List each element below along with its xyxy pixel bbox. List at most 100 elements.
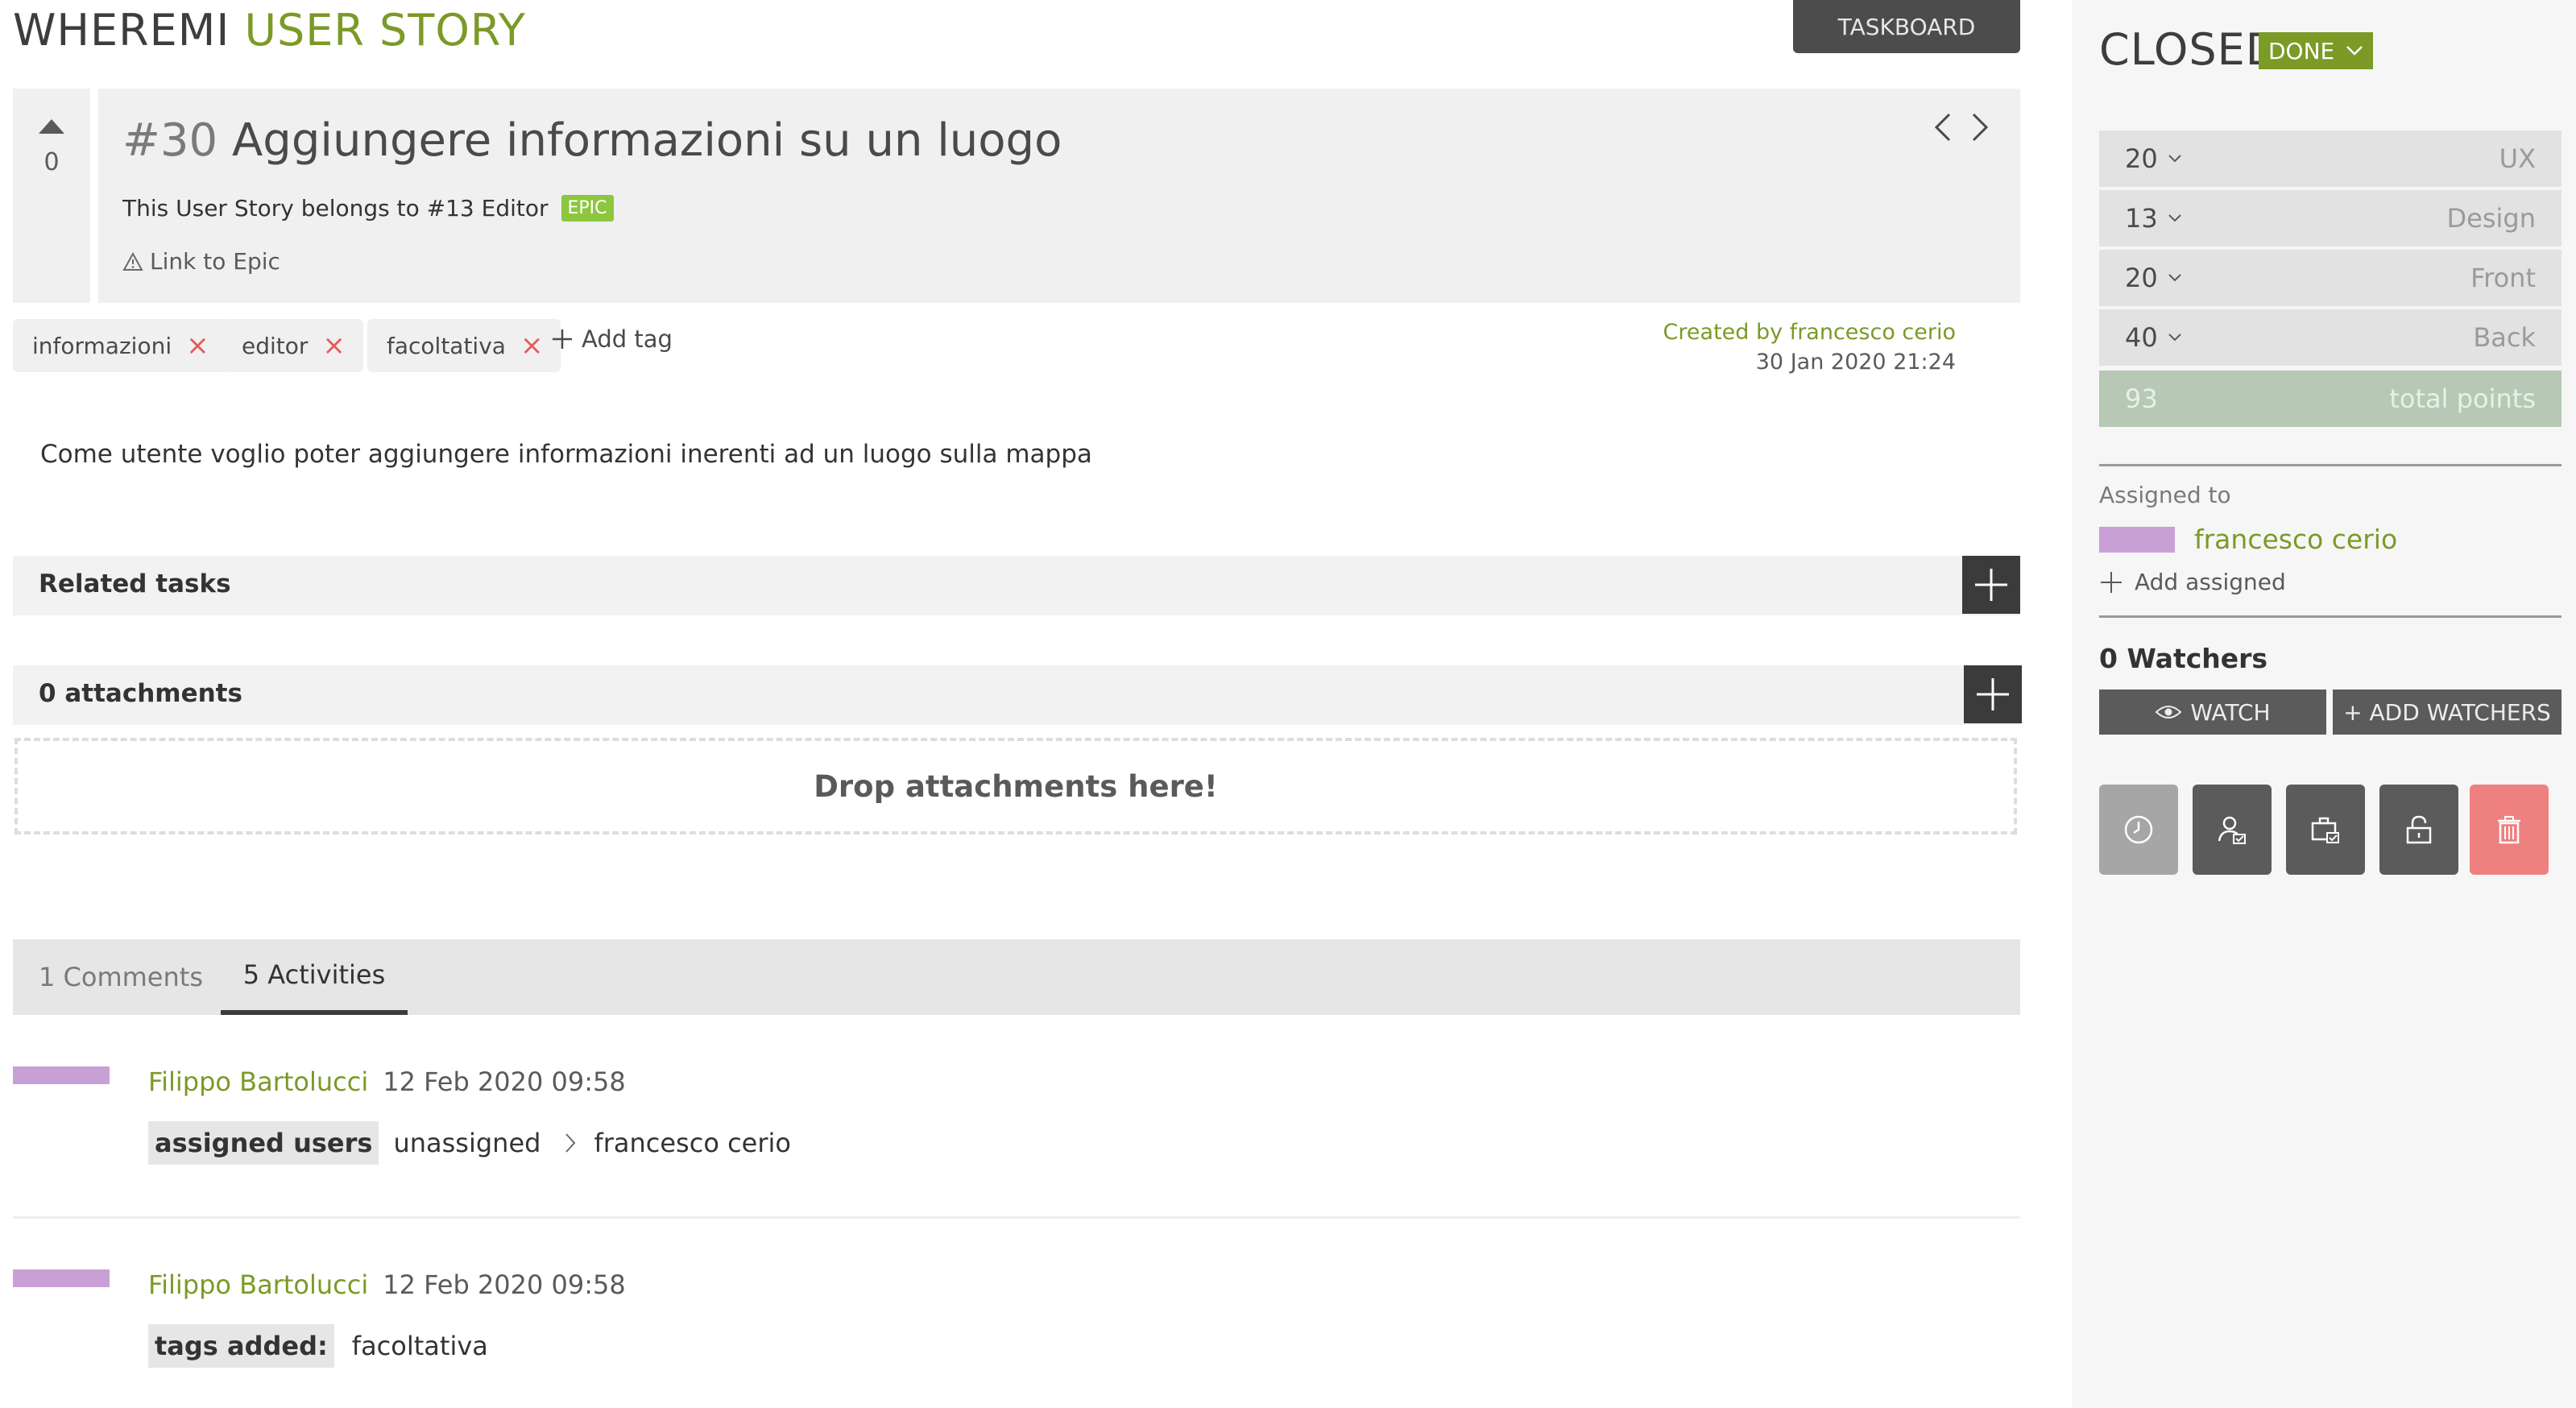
created-info: Created by francesco cerio 30 Jan 2020 2… [1663, 317, 1956, 377]
section-name: USER STORY [244, 5, 526, 56]
taskboard-button[interactable]: TASKBOARD [1793, 0, 2020, 53]
attachment-dropzone[interactable]: Drop attachments here! [14, 738, 2017, 834]
watch-label: WATCH [2190, 698, 2271, 726]
points-row-ux[interactable]: 20 UX [2099, 130, 2562, 187]
remove-tag-icon[interactable]: × [520, 332, 544, 359]
project-name: WHEREMI [13, 5, 230, 56]
tab-activities[interactable]: 5 Activities [221, 939, 408, 1015]
link-epic-label: Link to Epic [150, 248, 280, 275]
add-tag-button[interactable]: Add tag [551, 325, 673, 353]
activity-date: 12 Feb 2020 09:58 [383, 1066, 626, 1097]
points-value: 40 [2125, 322, 2158, 353]
chevron-down-icon [2346, 46, 2363, 56]
points-row-back[interactable]: 40 Back [2099, 309, 2562, 366]
points-role: Back [2473, 322, 2536, 353]
story-description[interactable]: Come utente voglio poter aggiungere info… [40, 440, 1092, 469]
activity-divider [13, 1216, 2020, 1219]
block-button[interactable] [2286, 785, 2365, 875]
sidebar-divider [2099, 615, 2562, 618]
activity-to: francesco cerio [594, 1128, 791, 1158]
related-tasks-bar [13, 556, 2020, 615]
activity-change: tags added: facoltativa [148, 1324, 488, 1368]
history-button[interactable] [2099, 785, 2178, 875]
epic-badge: EPIC [561, 195, 614, 222]
belongs-text[interactable]: This User Story belongs to #13 Editor [122, 195, 549, 222]
activity-author[interactable]: Filippo Bartolucci [148, 1066, 368, 1097]
points-row-design[interactable]: 13 Design [2099, 190, 2562, 246]
chevron-down-icon [2168, 214, 2181, 222]
attachments-title: 0 attachments [39, 679, 242, 708]
warning-triangle-icon [122, 251, 143, 271]
total-points-value: 93 [2125, 383, 2158, 414]
activity-value: facoltativa [351, 1331, 488, 1361]
status-dropdown[interactable]: DONE [2259, 32, 2374, 69]
chevron-right-icon [565, 1133, 576, 1153]
add-tag-label: Add tag [582, 325, 673, 353]
plus-icon [1977, 678, 2009, 710]
link-epic-button[interactable]: Link to Epic [122, 248, 280, 275]
upvote-icon[interactable] [39, 119, 64, 134]
epic-relation: This User Story belongs to #13 Editor EPI… [122, 195, 614, 222]
points-total-row: 93 total points [2099, 371, 2562, 427]
status-label: CLOSED [2099, 24, 2280, 75]
tag-label: editor [242, 332, 309, 359]
created-by[interactable]: Created by francesco cerio [1663, 317, 1956, 347]
points-role: UX [2499, 143, 2536, 174]
activity-author[interactable]: Filippo Bartolucci [148, 1269, 368, 1300]
story-navigation [1933, 111, 1990, 143]
created-date: 30 Jan 2020 21:24 [1755, 350, 1956, 375]
tag-label: facoltativa [387, 332, 506, 359]
remove-tag-icon[interactable]: × [322, 332, 346, 359]
avatar [13, 1269, 110, 1287]
page-title: WHEREMI USER STORY [13, 5, 526, 56]
story-ref: #30 [122, 114, 218, 167]
user-check-icon [2218, 816, 2246, 844]
tag-label: informazioni [32, 332, 172, 359]
lock-button[interactable] [2379, 785, 2458, 875]
watch-button[interactable]: WATCH [2099, 690, 2326, 735]
next-story-icon[interactable] [1970, 111, 1990, 143]
trash-icon [2498, 816, 2520, 844]
clock-icon [2124, 815, 2153, 844]
chevron-down-icon [2168, 155, 2181, 163]
story-title-text: Aggiungere informazioni su un luogo [232, 114, 1062, 167]
watchers-title: 0 Watchers [2099, 643, 2268, 674]
add-attachment-button[interactable] [1964, 665, 2022, 723]
sidebar-divider [2099, 464, 2562, 466]
assigned-user[interactable]: francesco cerio [2194, 524, 2397, 555]
vote-count: 0 [43, 148, 60, 176]
tag-chip[interactable]: facoltativa × [367, 319, 561, 372]
points-row-front[interactable]: 20 Front [2099, 250, 2562, 306]
delete-button[interactable] [2470, 785, 2549, 875]
add-assigned-label: Add assigned [2135, 569, 2286, 595]
activity-field-label: assigned users [148, 1121, 379, 1165]
chevron-down-icon [2168, 333, 2181, 342]
avatar [13, 1066, 110, 1084]
activity-field-label: tags added: [148, 1324, 334, 1368]
points-value: 13 [2125, 203, 2158, 234]
activity-header: Filippo Bartolucci 12 Feb 2020 09:58 [148, 1269, 626, 1300]
points-role: Front [2470, 263, 2536, 293]
add-assigned-button[interactable]: Add assigned [2099, 569, 2286, 595]
assign-to-me-button[interactable] [2193, 785, 2272, 875]
previous-story-icon[interactable] [1933, 111, 1953, 143]
activity-header: Filippo Bartolucci 12 Feb 2020 09:58 [148, 1066, 626, 1097]
plus-icon [2101, 571, 2122, 593]
remove-tag-icon[interactable]: × [186, 332, 209, 359]
activity-change: assigned users unassigned francesco ceri… [148, 1121, 791, 1165]
points-role: Design [2446, 203, 2536, 234]
total-points-label: total points [2389, 383, 2536, 414]
add-watchers-button[interactable]: + ADD WATCHERS [2333, 690, 2562, 735]
activity-date: 12 Feb 2020 09:58 [383, 1269, 626, 1300]
plus-icon [1975, 569, 2007, 601]
unlock-icon [2406, 815, 2432, 844]
add-task-button[interactable] [1962, 556, 2020, 614]
assigned-label: Assigned to [2099, 482, 2231, 508]
add-watchers-label: + ADD WATCHERS [2343, 698, 2551, 726]
tab-comments[interactable]: 1 Comments [39, 939, 203, 1015]
tag-chip[interactable]: informazioni × [13, 319, 227, 372]
status-value: DONE [2268, 37, 2335, 64]
story-title[interactable]: #30 Aggiungere informazioni su un luogo [122, 114, 1062, 167]
tag-chip[interactable]: editor × [222, 319, 363, 372]
avatar [2099, 527, 2175, 553]
